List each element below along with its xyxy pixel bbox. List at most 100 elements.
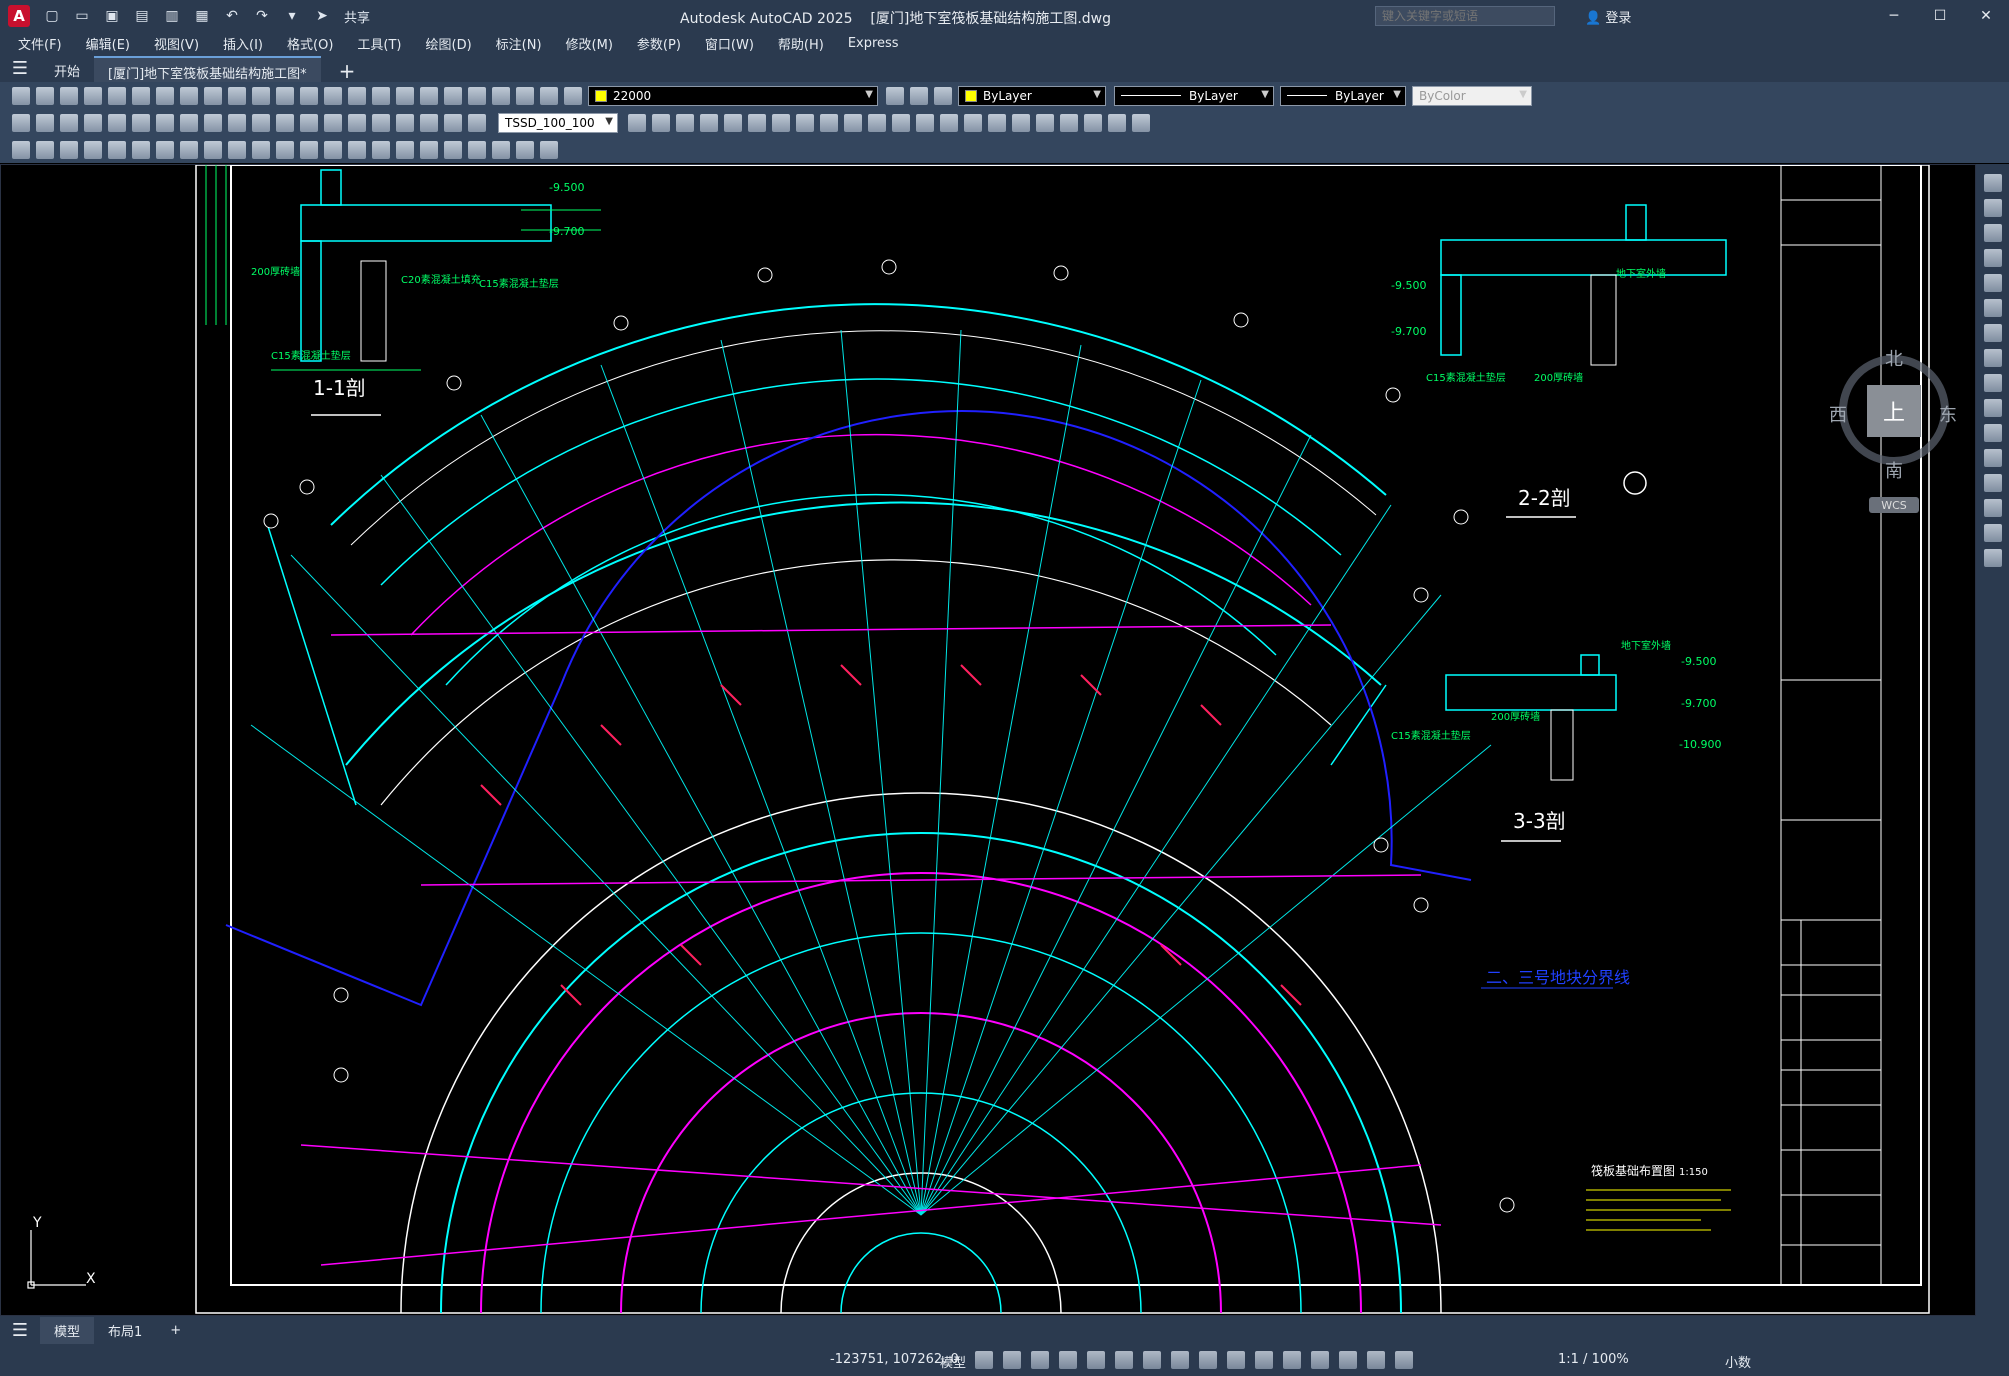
viewcube-top-face[interactable]: 上 [1867,385,1921,437]
layer-iso-icon[interactable] [934,86,952,105]
view-front-icon[interactable] [748,113,766,132]
view-3d-icon[interactable] [628,113,646,132]
drawing-canvas[interactable]: 1-1剖 -9.500 -9.700 C15素混凝土垫层 C15素混凝土垫层 2… [0,164,1976,1316]
make-block-icon[interactable] [372,140,390,159]
plot-icon[interactable]: ▦ [190,5,214,27]
ucs-world-icon[interactable] [1012,113,1030,132]
menu-edit[interactable]: 编辑(E) [86,34,130,53]
save-icon[interactable]: ▣ [100,5,124,27]
ordinate-dim-icon[interactable] [84,113,102,132]
pencil-icon[interactable] [1983,174,2002,192]
ucs-object-icon[interactable] [1084,113,1102,132]
copy-icon[interactable] [180,86,198,105]
3d-osnap-icon[interactable] [1255,1351,1273,1369]
array-icon[interactable] [1983,274,2002,292]
osnap-tracking-icon[interactable] [1115,1351,1133,1369]
arc-length-icon[interactable] [60,113,78,132]
point-icon[interactable] [396,140,414,159]
gradient-icon[interactable] [444,140,462,159]
stretch-icon[interactable] [1983,374,2002,392]
gizmo-icon[interactable] [1339,1351,1357,1369]
construction-line-icon[interactable] [108,140,126,159]
ucs-view-icon[interactable] [1108,113,1126,132]
extend-icon[interactable] [1983,424,2002,442]
menu-dimension[interactable]: 标注(N) [496,34,542,53]
zoom-icon[interactable] [324,86,342,105]
plot-tool-icon[interactable] [84,86,102,105]
tab-start[interactable]: 开始 [40,56,94,82]
view-top-icon[interactable] [652,113,670,132]
match-properties-icon[interactable] [228,86,246,105]
menu-format[interactable]: 格式(O) [287,34,333,53]
mtext-icon[interactable] [516,140,534,159]
polar-icon[interactable] [1059,1351,1077,1369]
baseline-dim-icon[interactable] [228,113,246,132]
menu-hamburger-icon[interactable]: ☰ [0,54,40,82]
jogged-dim-icon[interactable] [132,113,150,132]
new-tab-icon[interactable]: + [331,56,364,83]
transparency-icon[interactable] [1199,1351,1217,1369]
publish-icon[interactable]: ▥ [160,5,184,27]
selection-cycling-icon[interactable] [1227,1351,1245,1369]
preview-icon[interactable] [108,86,126,105]
linear-dim-icon[interactable] [12,113,30,132]
undo-tool-icon[interactable] [252,86,270,105]
move-icon[interactable] [1983,299,2002,317]
compass-south[interactable]: 南 [1885,457,1903,483]
table-icon[interactable] [492,140,510,159]
angular-dim-icon[interactable] [180,113,198,132]
grid-icon[interactable] [975,1351,993,1369]
layer-manager-icon[interactable] [12,140,30,159]
save-as-icon[interactable]: ▤ [130,5,154,27]
line-icon[interactable] [84,140,102,159]
render-icon[interactable] [964,113,982,132]
fillet-icon[interactable] [1983,524,2002,542]
region-icon[interactable] [468,140,486,159]
model-space-toggle[interactable]: 模型 [940,1352,966,1371]
polygon-icon[interactable] [156,140,174,159]
selection-filter-icon[interactable] [1311,1351,1329,1369]
layer-state-icon[interactable] [540,86,558,105]
design-center-icon[interactable] [396,86,414,105]
osnap-icon[interactable] [1143,1351,1161,1369]
calculator-icon[interactable] [492,86,510,105]
dim-break-icon[interactable] [300,113,318,132]
dim-space-icon[interactable] [276,113,294,132]
viewcube[interactable]: 上 北 南 东 西 WCS [1829,345,1959,515]
dynamic-ucs-icon[interactable] [1283,1351,1301,1369]
ellipse-icon[interactable] [300,140,318,159]
ucs-face-icon[interactable] [1060,113,1078,132]
radius-dim-icon[interactable] [108,113,126,132]
maximize-icon[interactable]: ☐ [1917,0,1963,32]
view-bottom-icon[interactable] [676,113,694,132]
login-button[interactable]: 👤 登录 [1585,7,1631,26]
scale-icon[interactable] [1983,349,2002,367]
autocad-logo[interactable]: A [8,5,30,27]
save-tool-icon[interactable] [60,86,78,105]
tool-palettes-icon[interactable] [420,86,438,105]
plotstyle-dropdown[interactable]: ByColor ▼ [1412,85,1532,106]
new-file-icon[interactable]: ▢ [40,5,64,27]
pan-icon[interactable] [300,86,318,105]
dimstyle-dropdown[interactable]: TSSD_100_100 ▼ [498,112,618,133]
quick-dim-icon[interactable] [204,113,222,132]
open-icon[interactable] [36,86,54,105]
arc-icon[interactable] [204,140,222,159]
menu-window[interactable]: 窗口(W) [705,34,754,53]
ucs-icon[interactable] [988,113,1006,132]
compass-east[interactable]: 东 [1939,401,1957,427]
rectangle-icon[interactable] [180,140,198,159]
menu-help[interactable]: 帮助(H) [778,34,824,53]
spline-icon[interactable] [276,140,294,159]
annotation-scale[interactable]: 1:1 / 100% [1558,1352,1629,1367]
mirror-icon[interactable] [1983,224,2002,242]
tolerance-icon[interactable] [324,113,342,132]
wcs-menu[interactable]: WCS [1869,497,1919,513]
layer-match-icon[interactable] [60,140,78,159]
isodraft-icon[interactable] [1087,1351,1105,1369]
copy-tool-icon[interactable] [1983,199,2002,217]
inspection-icon[interactable] [372,113,390,132]
linetype-dropdown[interactable]: ByLayer ▼ [1114,85,1274,106]
color-dropdown[interactable]: ByLayer ▼ [958,85,1106,106]
new-icon[interactable] [12,86,30,105]
